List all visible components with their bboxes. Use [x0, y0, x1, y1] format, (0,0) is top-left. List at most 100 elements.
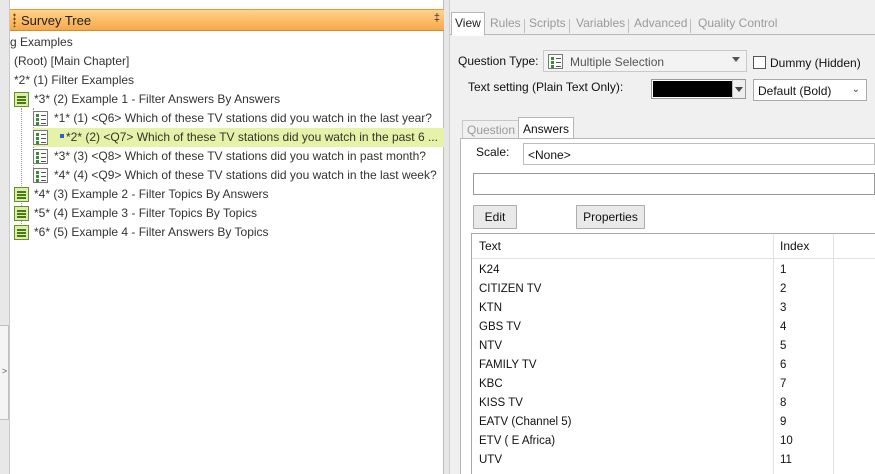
tree-item-example-2[interactable]: *4* (3) Example 2 - Filter Topics By Ans… — [10, 185, 444, 204]
answer-text-input[interactable] — [473, 173, 875, 195]
multiple-selection-question-icon — [33, 149, 48, 164]
grid-header: Text Index — [472, 234, 875, 259]
modified-marker-icon — [60, 134, 64, 138]
color-dropdown-arrow-icon[interactable] — [732, 80, 745, 98]
tree-item-filter-examples[interactable]: *2* (1) Filter Examples — [10, 71, 444, 90]
tree-item-examples-root[interactable]: g Examples — [10, 33, 444, 52]
survey-tree-panel: Survey Tree ‡ g Examples (Root) [Main Ch… — [10, 0, 444, 474]
tree-item-label: (Root) [Main Chapter] — [14, 54, 130, 68]
left-collapsed-gutter: > — [0, 0, 10, 474]
multiple-selection-question-icon — [33, 111, 48, 126]
table-row[interactable]: NTV 5 — [472, 336, 875, 355]
tree-item-label: *2* (1) Filter Examples — [14, 73, 135, 87]
answer-index-cell: 4 — [780, 321, 787, 333]
multiple-selection-icon — [548, 54, 563, 69]
table-row[interactable]: FAMILY TV 6 — [472, 355, 875, 374]
tab-scripts[interactable]: Scripts — [529, 13, 570, 34]
answer-text-cell: CITIZEN TV — [479, 283, 542, 295]
answer-index-cell: 2 — [780, 283, 787, 295]
tree-item-label: *5* (4) Example 3 - Filter Topics By Top… — [34, 206, 257, 220]
tree-item-main-chapter[interactable]: (Root) [Main Chapter] — [10, 52, 444, 71]
table-row[interactable]: ETV ( E Africa) 10 — [472, 431, 875, 450]
tab-view[interactable]: View — [451, 12, 485, 36]
answer-index-cell: 1 — [780, 264, 787, 276]
topic-list-icon — [14, 206, 29, 221]
expand-arrow-icon[interactable]: > — [0, 366, 9, 376]
survey-tree-header: Survey Tree ‡ — [10, 9, 444, 31]
table-row[interactable]: EATV (Channel 5) 9 — [472, 412, 875, 431]
tab-quality-control[interactable]: Quality Control — [698, 13, 777, 34]
answer-text-cell: KBC — [479, 378, 503, 390]
tree-item-label: *3* (3) <Q8> Which of these TV stations … — [54, 149, 426, 163]
tree-item-label: *2* (2) <Q7> Which of these TV stations … — [66, 130, 438, 144]
answer-index-cell: 11 — [780, 454, 792, 466]
answers-grid: Text Index K24 1 CITIZEN TV 2 KTN 3 GBS TV 4… — [471, 233, 875, 474]
dummy-hidden-checkbox[interactable] — [753, 56, 766, 69]
tree-item-label: g Examples — [10, 35, 73, 49]
table-row[interactable]: CITIZEN TV 2 — [472, 279, 875, 298]
tab-question[interactable]: Question — [462, 120, 521, 139]
table-row[interactable]: UTV 11 — [472, 450, 875, 469]
answer-text-cell: NTV — [479, 340, 502, 352]
answer-index-cell: 6 — [780, 359, 787, 371]
main-tab-bar: View Rules Scripts Variables Advanced Qu… — [450, 9, 875, 36]
text-color-swatch — [653, 81, 733, 97]
question-type-value: Multiple Selection — [570, 55, 665, 69]
pin-icon[interactable]: ‡ — [434, 12, 440, 24]
table-row[interactable]: K24 1 — [472, 260, 875, 279]
question-type-select[interactable]: Multiple Selection — [543, 50, 747, 72]
answer-index-cell: 9 — [780, 416, 787, 428]
table-row[interactable]: KBC 7 — [472, 374, 875, 393]
answer-text-cell: EATV (Channel 5) — [479, 416, 572, 428]
tree-item-label: *3* (2) Example 1 - Filter Answers By An… — [34, 92, 281, 106]
tab-advanced[interactable]: Advanced — [634, 13, 692, 34]
answer-text-cell: K24 — [479, 264, 500, 276]
tab-rules[interactable]: Rules — [490, 13, 525, 34]
multiple-selection-question-icon — [33, 168, 48, 183]
tab-answers[interactable]: Answers — [518, 117, 575, 139]
text-setting-label: Text setting (Plain Text Only): — [468, 80, 624, 94]
scale-value: <None> — [528, 148, 571, 162]
question-type-label: Question Type: — [458, 54, 539, 68]
dummy-hidden-label: Dummy (Hidden) — [770, 56, 861, 70]
answer-text-cell: GBS TV — [479, 321, 521, 333]
scale-select[interactable]: <None> — [523, 143, 875, 165]
tree-item-q7-selected[interactable]: *2* (2) <Q7> Which of these TV stations … — [33, 128, 444, 147]
text-color-picker[interactable] — [651, 79, 746, 99]
answer-index-cell: 3 — [780, 302, 787, 314]
tab-variables[interactable]: Variables — [576, 13, 630, 34]
font-style-value: Default (Bold) — [758, 84, 832, 98]
drag-grip-icon[interactable] — [13, 13, 16, 27]
edit-button[interactable]: Edit — [473, 205, 517, 229]
answer-index-cell: 7 — [780, 378, 787, 390]
table-row[interactable]: KISS TV 8 — [472, 393, 875, 412]
font-style-select[interactable]: Default (Bold) ⌄ — [753, 79, 867, 101]
tree-item-example-4[interactable]: *6* (5) Example 4 - Filter Answers By To… — [10, 223, 444, 242]
tree-item-example-3[interactable]: *5* (4) Example 3 - Filter Topics By Top… — [10, 204, 444, 223]
chevron-down-icon: ⌄ — [851, 84, 860, 95]
dropdown-arrow-icon — [732, 57, 740, 62]
tree-item-q9[interactable]: *4* (4) <Q9> Which of these TV stations … — [10, 166, 444, 185]
answer-text-cell: UTV — [479, 454, 502, 466]
tree-item-label: *6* (5) Example 4 - Filter Answers By To… — [34, 225, 269, 239]
answer-text-cell: ETV ( E Africa) — [479, 435, 556, 447]
tree-item-label: *4* (3) Example 2 - Filter Topics By Ans… — [34, 187, 269, 201]
tree-item-example-1[interactable]: *3* (2) Example 1 - Filter Answers By An… — [10, 90, 444, 109]
answer-index-cell: 8 — [780, 397, 787, 409]
answer-text-cell: KTN — [479, 302, 502, 314]
topic-list-icon — [14, 225, 29, 240]
properties-button[interactable]: Properties — [576, 205, 645, 229]
column-header-index[interactable]: Index — [780, 239, 809, 253]
tree-item-label: *1* (1) <Q6> Which of these TV stations … — [54, 111, 432, 125]
answer-index-cell: 10 — [780, 435, 793, 447]
topic-list-icon — [14, 187, 29, 202]
scale-label: Scale: — [476, 145, 510, 159]
tree-item-q8[interactable]: *3* (3) <Q8> Which of these TV stations … — [10, 147, 444, 166]
table-row[interactable]: GBS TV 4 — [472, 317, 875, 336]
table-row[interactable]: KTN 3 — [472, 298, 875, 317]
tree-item-label: *4* (4) <Q9> Which of these TV stations … — [54, 168, 437, 182]
answer-text-cell: FAMILY TV — [479, 359, 537, 371]
column-header-text[interactable]: Text — [479, 239, 501, 253]
tree-item-q6[interactable]: *1* (1) <Q6> Which of these TV stations … — [10, 109, 444, 128]
answer-index-cell: 5 — [780, 340, 787, 352]
